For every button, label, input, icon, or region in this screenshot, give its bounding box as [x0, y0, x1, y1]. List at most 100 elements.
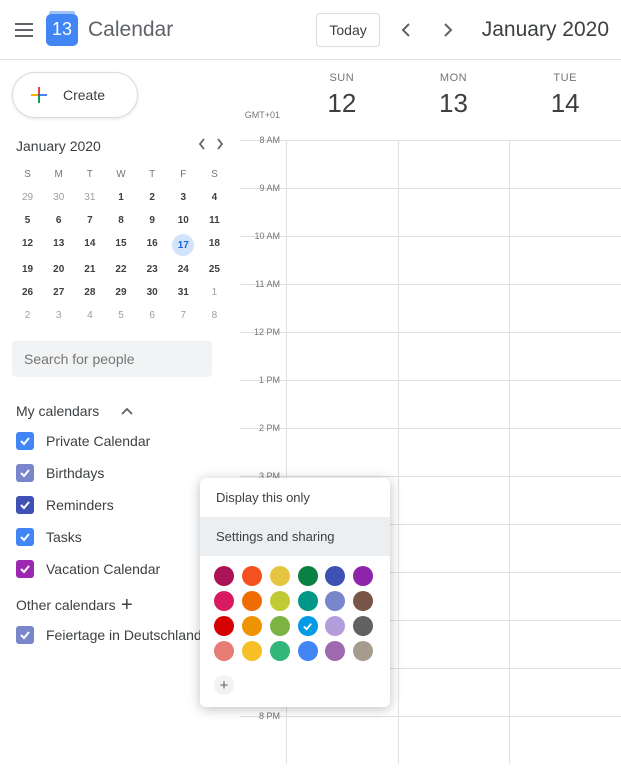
day-column-header[interactable]: SUN12	[286, 60, 398, 140]
color-option[interactable]	[242, 591, 262, 611]
hour-cell[interactable]	[509, 381, 621, 428]
calendar-item[interactable]: Vacation Calendar	[12, 553, 230, 585]
mini-day[interactable]: 17	[168, 232, 199, 258]
mini-day[interactable]: 29	[105, 281, 136, 304]
mini-day[interactable]: 30	[137, 281, 168, 304]
mini-day[interactable]: 13	[43, 232, 74, 258]
mini-day[interactable]: 16	[137, 232, 168, 258]
color-option[interactable]	[242, 566, 262, 586]
color-option[interactable]	[214, 616, 234, 636]
hour-cell[interactable]	[286, 381, 398, 428]
hour-cell[interactable]	[398, 573, 510, 620]
hour-cell[interactable]	[286, 333, 398, 380]
settings-sharing-option[interactable]: Settings and sharing	[200, 517, 390, 556]
hour-cell[interactable]	[509, 717, 621, 764]
calendar-checkbox[interactable]	[16, 560, 34, 578]
calendar-item[interactable]: Feiertage in Deutschland	[12, 619, 230, 651]
hour-cell[interactable]	[398, 237, 510, 284]
color-option[interactable]	[298, 566, 318, 586]
today-button[interactable]: Today	[316, 13, 379, 47]
hour-cell[interactable]	[509, 477, 621, 524]
mini-day[interactable]: 31	[168, 281, 199, 304]
mini-day[interactable]: 3	[168, 186, 199, 209]
mini-day[interactable]: 3	[43, 304, 74, 327]
next-period-button[interactable]	[432, 14, 464, 46]
hour-cell[interactable]	[286, 717, 398, 764]
mini-day[interactable]: 19	[12, 258, 43, 281]
color-option[interactable]	[214, 641, 234, 661]
mini-day[interactable]: 7	[74, 209, 105, 232]
color-option[interactable]	[270, 566, 290, 586]
hour-cell[interactable]	[398, 525, 510, 572]
hour-cell[interactable]	[286, 237, 398, 284]
mini-day[interactable]: 27	[43, 281, 74, 304]
mini-day[interactable]: 1	[105, 186, 136, 209]
calendar-checkbox[interactable]	[16, 626, 34, 644]
mini-day[interactable]: 26	[12, 281, 43, 304]
hour-cell[interactable]	[509, 141, 621, 188]
hour-cell[interactable]	[509, 525, 621, 572]
mini-day[interactable]: 29	[12, 186, 43, 209]
hour-cell[interactable]	[398, 381, 510, 428]
calendar-item[interactable]: Private Calendar	[12, 425, 230, 457]
mini-day[interactable]: 25	[199, 258, 230, 281]
color-option[interactable]	[353, 616, 373, 636]
day-column-header[interactable]: MON13	[398, 60, 510, 140]
hour-cell[interactable]	[509, 237, 621, 284]
hour-cell[interactable]	[398, 141, 510, 188]
hamburger-icon[interactable]	[12, 18, 36, 42]
mini-day[interactable]: 10	[168, 209, 199, 232]
color-option[interactable]	[325, 566, 345, 586]
hour-cell[interactable]	[398, 189, 510, 236]
mini-day[interactable]: 6	[137, 304, 168, 327]
calendar-checkbox[interactable]	[16, 464, 34, 482]
mini-day[interactable]: 18	[199, 232, 230, 258]
hour-cell[interactable]	[509, 621, 621, 668]
color-option[interactable]	[270, 591, 290, 611]
mini-day[interactable]: 23	[137, 258, 168, 281]
calendar-checkbox[interactable]	[16, 528, 34, 546]
mini-day[interactable]: 15	[105, 232, 136, 258]
color-option[interactable]	[298, 616, 318, 636]
hour-cell[interactable]	[509, 189, 621, 236]
calendar-checkbox[interactable]	[16, 496, 34, 514]
mini-day[interactable]: 31	[74, 186, 105, 209]
mini-prev-button[interactable]	[196, 136, 208, 155]
mini-day[interactable]: 5	[105, 304, 136, 327]
display-only-option[interactable]: Display this only	[200, 478, 390, 517]
mini-day[interactable]: 22	[105, 258, 136, 281]
day-column-header[interactable]: TUE14	[509, 60, 621, 140]
hour-cell[interactable]	[398, 285, 510, 332]
mini-day[interactable]: 12	[12, 232, 43, 258]
hour-cell[interactable]	[286, 429, 398, 476]
color-option[interactable]	[242, 641, 262, 661]
hour-cell[interactable]	[398, 477, 510, 524]
color-option[interactable]	[353, 641, 373, 661]
color-option[interactable]	[325, 641, 345, 661]
calendar-item[interactable]: Birthdays	[12, 457, 230, 489]
hour-cell[interactable]	[398, 333, 510, 380]
mini-next-button[interactable]	[214, 136, 226, 155]
color-option[interactable]	[353, 591, 373, 611]
add-color-button[interactable]: +	[214, 675, 234, 695]
hour-cell[interactable]	[398, 669, 510, 716]
hour-cell[interactable]	[398, 429, 510, 476]
hour-cell[interactable]	[286, 141, 398, 188]
mini-day[interactable]: 14	[74, 232, 105, 258]
color-option[interactable]	[298, 641, 318, 661]
color-option[interactable]	[325, 616, 345, 636]
mini-day[interactable]: 24	[168, 258, 199, 281]
mini-day[interactable]: 4	[199, 186, 230, 209]
mini-day[interactable]: 20	[43, 258, 74, 281]
color-option[interactable]	[353, 566, 373, 586]
mini-day[interactable]: 8	[105, 209, 136, 232]
prev-period-button[interactable]	[390, 14, 422, 46]
mini-day[interactable]: 5	[12, 209, 43, 232]
mini-day[interactable]: 30	[43, 186, 74, 209]
hour-cell[interactable]	[286, 189, 398, 236]
color-option[interactable]	[214, 566, 234, 586]
mini-day[interactable]: 9	[137, 209, 168, 232]
mini-day[interactable]: 21	[74, 258, 105, 281]
mini-day[interactable]: 6	[43, 209, 74, 232]
mini-day[interactable]: 28	[74, 281, 105, 304]
